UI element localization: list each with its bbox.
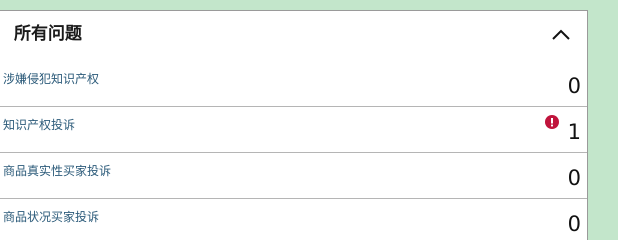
exclamation-alert-icon xyxy=(545,115,559,129)
issue-label[interactable]: 涉嫌侵犯知识产权 xyxy=(3,71,99,87)
issue-count: 0 xyxy=(567,212,581,236)
chevron-up-icon xyxy=(552,29,570,40)
issue-label[interactable]: 知识产权投诉 xyxy=(3,117,75,133)
issues-panel: 所有问题 涉嫌侵犯知识产权 0 知识产权投诉 1 商品真实性买家投诉 0 商品状… xyxy=(0,10,588,240)
collapse-button[interactable] xyxy=(549,25,573,45)
issue-count: 1 xyxy=(567,120,581,144)
issue-row-ip-infringement[interactable]: 涉嫌侵犯知识产权 0 xyxy=(0,61,587,107)
issue-count: 0 xyxy=(567,166,581,190)
issue-row-ip-complaint[interactable]: 知识产权投诉 1 xyxy=(0,107,587,153)
issue-label[interactable]: 商品状况买家投诉 xyxy=(3,209,99,225)
issue-row-condition-complaint[interactable]: 商品状况买家投诉 0 xyxy=(0,199,587,240)
issue-row-authenticity-complaint[interactable]: 商品真实性买家投诉 0 xyxy=(0,153,587,199)
issue-label[interactable]: 商品真实性买家投诉 xyxy=(3,163,111,179)
issue-count: 0 xyxy=(567,74,581,98)
panel-title: 所有问题 xyxy=(14,24,82,44)
panel-header: 所有问题 xyxy=(0,11,587,61)
